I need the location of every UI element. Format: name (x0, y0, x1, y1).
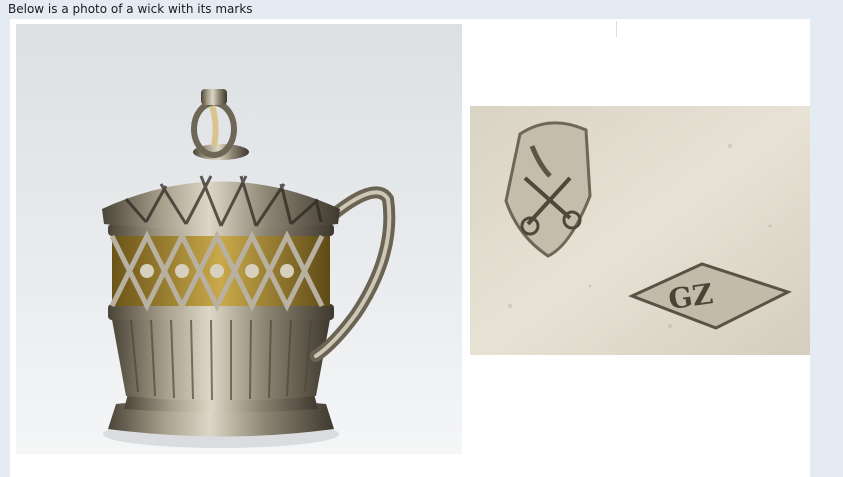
post-caption: Below is a photo of a wick with its mark… (8, 2, 253, 16)
wick-holder-photo[interactable] (16, 24, 462, 454)
svg-text:GZ: GZ (666, 277, 715, 316)
hallmarks-photo[interactable]: GZ (470, 106, 810, 355)
divider (616, 21, 617, 37)
